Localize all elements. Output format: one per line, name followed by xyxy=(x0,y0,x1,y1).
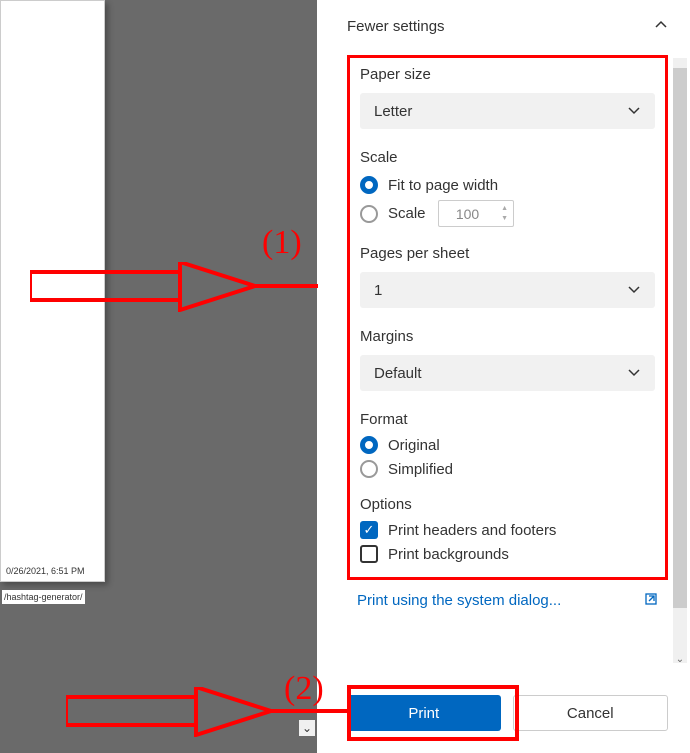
scale-spinner-icon[interactable]: ▲▼ xyxy=(499,203,511,224)
pages-per-sheet-label: Pages per sheet xyxy=(360,245,655,262)
page-preview: 0/26/2021, 6:51 PM xyxy=(0,0,105,582)
preview-url: /hashtag-generator/ xyxy=(2,590,85,604)
fit-to-page-width-label: Fit to page width xyxy=(388,177,498,194)
format-original-radio[interactable]: Original xyxy=(360,436,655,454)
margins-label: Margins xyxy=(360,328,655,345)
scale-custom-radio[interactable]: Scale 100 ▲▼ xyxy=(360,200,655,227)
backgrounds-checkbox[interactable]: Print backgrounds xyxy=(360,545,655,563)
chevron-up-icon xyxy=(654,18,668,35)
panel-inner: Fewer settings Paper size Letter Scale F… xyxy=(317,0,690,712)
format-original-label: Original xyxy=(388,437,440,454)
chevron-down-icon xyxy=(627,103,641,120)
annotation-box-1: Paper size Letter Scale Fit to page widt… xyxy=(347,55,668,580)
radio-unchecked-icon xyxy=(360,205,378,223)
preview-timestamp: 0/26/2021, 6:51 PM xyxy=(6,566,85,576)
paper-size-select[interactable]: Letter xyxy=(360,93,655,129)
print-button[interactable]: Print xyxy=(347,695,501,731)
paper-size-label: Paper size xyxy=(360,66,655,83)
cancel-button[interactable]: Cancel xyxy=(513,695,669,731)
preview-scroll-down-icon[interactable]: ⌄ xyxy=(299,720,315,736)
scale-label: Scale xyxy=(360,149,655,166)
chevron-down-icon xyxy=(627,365,641,382)
system-dialog-link: Print using the system dialog... xyxy=(357,592,561,609)
margins-value: Default xyxy=(374,365,422,382)
headers-footers-label: Print headers and footers xyxy=(388,522,556,539)
system-dialog-row[interactable]: Print using the system dialog... xyxy=(347,592,668,609)
options-label: Options xyxy=(360,496,655,513)
checkbox-checked-icon: ✓ xyxy=(360,521,378,539)
radio-unchecked-icon xyxy=(360,460,378,478)
fewer-settings-label: Fewer settings xyxy=(347,18,445,35)
fewer-settings-toggle[interactable]: Fewer settings xyxy=(347,18,668,35)
backgrounds-label: Print backgrounds xyxy=(388,546,509,563)
scale-custom-label: Scale xyxy=(388,205,426,222)
scrollbar[interactable]: ⌄ xyxy=(673,58,687,663)
scale-input-value: 100 xyxy=(439,206,497,222)
radio-checked-icon xyxy=(360,436,378,454)
margins-select[interactable]: Default xyxy=(360,355,655,391)
pages-per-sheet-value: 1 xyxy=(374,282,382,299)
scrollbar-thumb[interactable] xyxy=(673,68,687,608)
print-settings-panel: Fewer settings Paper size Letter Scale F… xyxy=(317,0,690,753)
external-link-icon xyxy=(644,592,658,609)
radio-checked-icon xyxy=(360,176,378,194)
panel-footer: Print Cancel xyxy=(347,695,668,731)
paper-size-value: Letter xyxy=(374,103,412,120)
headers-footers-checkbox[interactable]: ✓ Print headers and footers xyxy=(360,521,655,539)
pages-per-sheet-select[interactable]: 1 xyxy=(360,272,655,308)
format-simplified-radio[interactable]: Simplified xyxy=(360,460,655,478)
checkbox-unchecked-icon xyxy=(360,545,378,563)
scrollbar-down-icon[interactable]: ⌄ xyxy=(673,654,687,665)
fit-to-page-width-radio[interactable]: Fit to page width xyxy=(360,176,655,194)
chevron-down-icon xyxy=(627,282,641,299)
format-simplified-label: Simplified xyxy=(388,461,453,478)
scale-input[interactable]: 100 ▲▼ xyxy=(438,200,514,227)
format-label: Format xyxy=(360,411,655,428)
